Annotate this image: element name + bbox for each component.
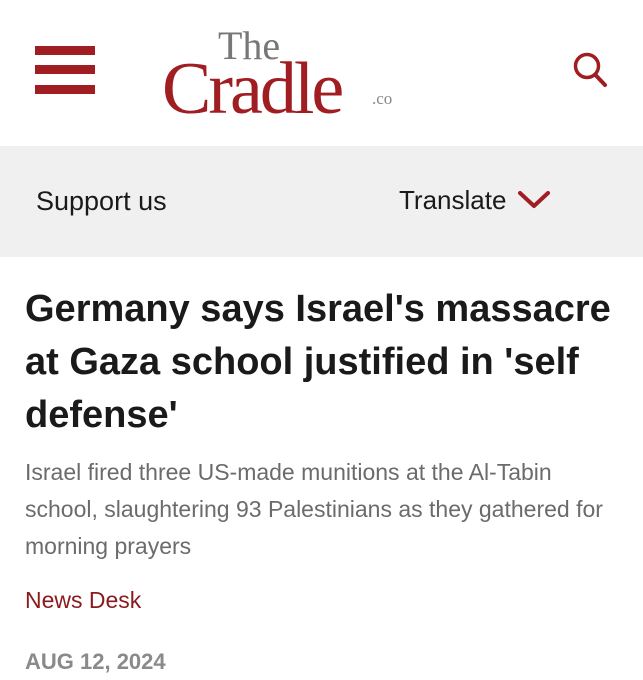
site-header: The Cradle .co bbox=[0, 0, 643, 146]
menu-bar-middle bbox=[35, 65, 95, 74]
menu-bar-top bbox=[35, 46, 95, 55]
support-us-link[interactable]: Support us bbox=[36, 184, 167, 218]
site-logo[interactable]: The Cradle .co bbox=[160, 22, 410, 127]
article-date: AUG 12, 2024 bbox=[25, 649, 166, 674]
chevron-down-icon bbox=[517, 191, 550, 208]
article-headline: Germany says Israel's massacre at Gaza s… bbox=[25, 288, 611, 436]
article-subheadline: Israel fired three US-made munitions at … bbox=[25, 459, 603, 559]
article-author-link[interactable]: News Desk bbox=[25, 585, 141, 615]
search-icon[interactable] bbox=[572, 51, 608, 89]
menu-bar-bottom bbox=[35, 85, 95, 94]
translate-dropdown[interactable]: Translate bbox=[399, 183, 551, 219]
logo-cradle-text: Cradle bbox=[162, 48, 344, 130]
translate-label: Translate bbox=[399, 185, 507, 215]
logo-tld-text: .co bbox=[372, 89, 393, 108]
hamburger-menu-icon[interactable] bbox=[35, 46, 95, 94]
